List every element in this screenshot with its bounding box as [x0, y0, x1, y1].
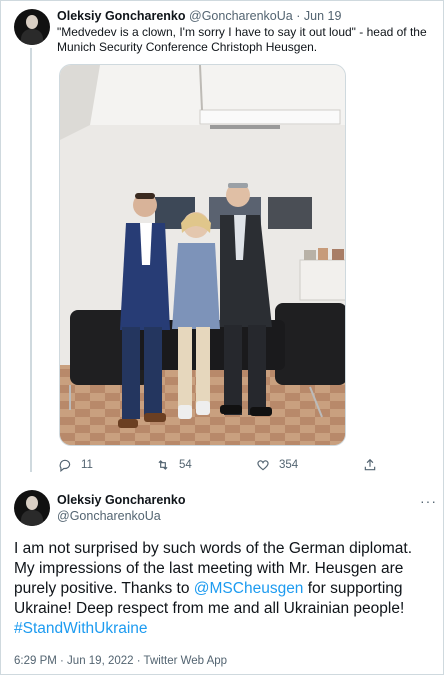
tweet-text: I am not surprised by such words of the …: [14, 539, 436, 639]
tweet-actions: 11 54 354: [58, 458, 388, 474]
tweet-text: "Medvedev is a clown, I'm sorry I have t…: [57, 25, 427, 54]
tweet-timestamp[interactable]: 6:29 PM · Jun 19, 2022 · Twitter Web App: [14, 655, 227, 667]
share-icon: [364, 458, 376, 471]
author-handle[interactable]: @GoncharenkoUa: [189, 9, 293, 23]
reply-icon: [59, 459, 71, 472]
retweet-count: 54: [179, 459, 192, 471]
share-button[interactable]: [363, 458, 377, 472]
author-name[interactable]: Oleksiy Goncharenko: [57, 493, 186, 507]
tweet-photo[interactable]: [59, 64, 346, 446]
heart-icon: [257, 460, 269, 471]
reply-count: 11: [81, 459, 93, 471]
separator-dot: ·: [296, 9, 301, 23]
photo-of-three-people-in-office: [60, 65, 345, 445]
mention-link[interactable]: @MSCheusgen: [194, 580, 304, 597]
hashtag-link[interactable]: #StandWithUkraine: [14, 620, 148, 637]
author-name[interactable]: Oleksiy Goncharenko: [57, 9, 186, 23]
tweet-date[interactable]: Jun 19: [304, 9, 342, 23]
like-count: 354: [279, 459, 299, 471]
tweet-header: Oleksiy Goncharenko @GoncharenkoUa · Jun…: [57, 9, 341, 23]
reply-button[interactable]: 11: [58, 458, 93, 472]
author-avatar[interactable]: [14, 9, 50, 45]
like-button[interactable]: 354: [256, 458, 298, 472]
retweet-icon: [158, 460, 168, 470]
author-handle[interactable]: @GoncharenkoUa: [57, 509, 161, 523]
author-avatar[interactable]: [14, 490, 50, 526]
retweet-button[interactable]: 54: [156, 458, 192, 472]
more-options-button[interactable]: ···: [420, 493, 437, 509]
thread-connector-line: [30, 48, 32, 472]
